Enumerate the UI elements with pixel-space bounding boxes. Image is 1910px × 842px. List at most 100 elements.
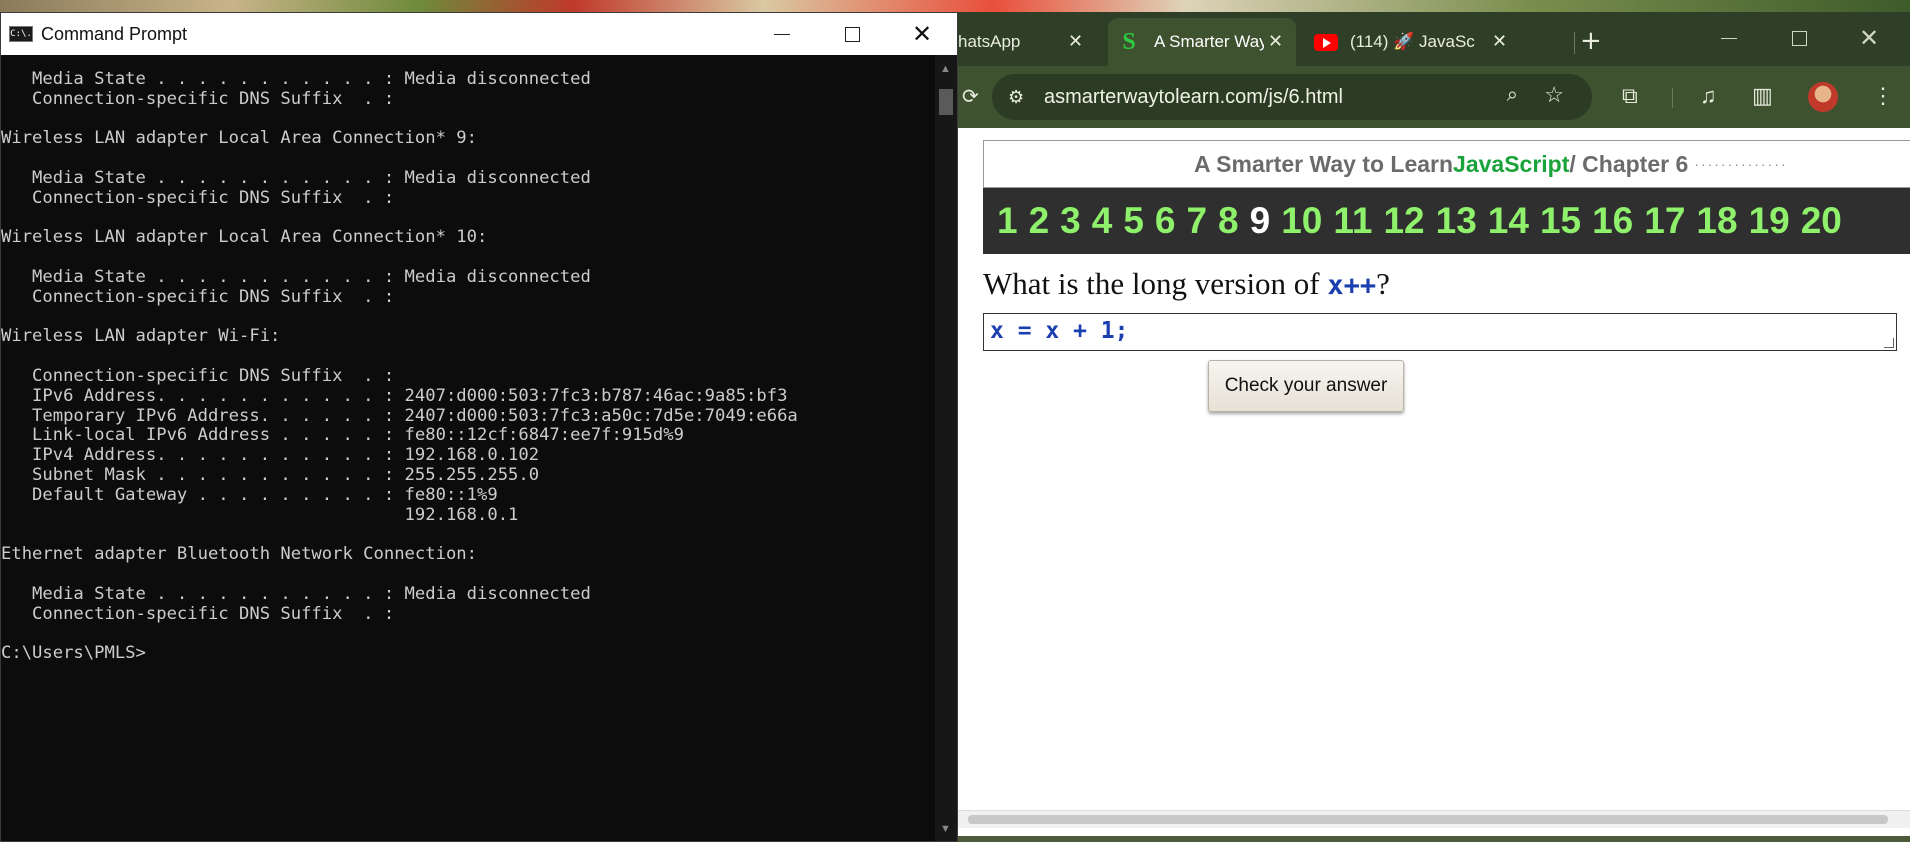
- chapter-link-7[interactable]: 7: [1186, 200, 1207, 242]
- console-line: Media State . . . . . . . . . . . : Medi…: [1, 583, 591, 604]
- toolbar-separator: [1672, 88, 1673, 108]
- resize-grip-icon[interactable]: [1884, 338, 1894, 348]
- browser-maximize-button[interactable]: [1764, 18, 1834, 58]
- header-javascript[interactable]: JavaScript: [1453, 151, 1569, 178]
- chapter-link-13[interactable]: 13: [1436, 200, 1477, 242]
- cmd-window-title: Command Prompt: [41, 23, 188, 44]
- check-answer-button[interactable]: Check your answer: [1208, 360, 1404, 412]
- console-line: C:\Users\PMLS>: [1, 643, 146, 664]
- chapter-link-11[interactable]: 11: [1333, 200, 1372, 242]
- chapter-link-19[interactable]: 19: [1749, 200, 1790, 242]
- chapter-link-20[interactable]: 20: [1801, 200, 1842, 242]
- browser-close-button[interactable]: ✕: [1834, 18, 1904, 58]
- tab-close-icon[interactable]: ✕: [1268, 31, 1283, 52]
- question-code: x++: [1327, 270, 1377, 301]
- zoom-icon[interactable]: ⌕: [1507, 84, 1518, 107]
- cmd-title-bar[interactable]: C:\. Command Prompt ✕: [1, 13, 957, 55]
- header-dots: ··············: [1694, 156, 1788, 172]
- console-line: Default Gateway . . . . . . . . . : fe80…: [1, 484, 498, 505]
- page-content: A Smarter Way to Learn JavaScript / Chap…: [958, 128, 1910, 828]
- browser-minimize-button[interactable]: [1694, 18, 1764, 58]
- chapter-nav: 1 2 3 4 5 6 7 8 9 10 11 12 13 14 15 16 17 18 19 20: [983, 188, 1910, 254]
- console-line: IPv6 Address. . . . . . . . . . . : 2407…: [1, 385, 788, 406]
- tab-label: A Smarter Way t: [1154, 32, 1264, 51]
- tab-label: hatsApp: [958, 32, 1021, 51]
- chapter-link-5[interactable]: 5: [1123, 200, 1144, 242]
- browser-window[interactable]: hatsApp ✕ S A Smarter Way t ✕ (114) 🚀 Ja…: [958, 12, 1910, 836]
- cmd-close-button[interactable]: ✕: [887, 13, 957, 55]
- console-line: Connection-specific DNS Suffix . :: [1, 366, 395, 386]
- command-prompt-window[interactable]: C:\. Command Prompt ✕ Media State . . . …: [0, 12, 958, 842]
- tune-icon[interactable]: ⚙: [1008, 87, 1034, 108]
- star-icon[interactable]: ☆: [1544, 82, 1564, 108]
- horizontal-scroll-thumb[interactable]: [968, 815, 1888, 824]
- console-line: Media State . . . . . . . . . . . : Medi…: [1, 168, 591, 188]
- question-text: What is the long version of x++?: [983, 266, 1390, 302]
- side-panel-icon[interactable]: ▥: [1752, 83, 1773, 109]
- tab-close-icon[interactable]: ✕: [1068, 31, 1083, 52]
- chapter-link-14[interactable]: 14: [1488, 200, 1529, 242]
- console-line: Link-local IPv6 Address . . . . . : fe80…: [1, 425, 684, 446]
- tab-whatsapp[interactable]: hatsApp ✕: [958, 18, 1106, 66]
- tab-separator: [1574, 32, 1575, 54]
- desktop-wallpaper-bottom: [958, 836, 1910, 842]
- kebab-menu-icon[interactable]: ⋮: [1872, 83, 1894, 109]
- answer-value: x = x + 1;: [990, 318, 1129, 344]
- chapter-link-6[interactable]: 6: [1155, 200, 1176, 242]
- cmd-scroll-thumb[interactable]: [939, 89, 953, 115]
- s-favicon-icon: S: [1122, 29, 1136, 55]
- chapter-link-16[interactable]: 16: [1592, 200, 1633, 242]
- console-line: 192.168.0.1: [1, 504, 519, 525]
- close-icon: ✕: [911, 20, 933, 48]
- console-line: Connection-specific DNS Suffix . :: [1, 88, 395, 109]
- avatar[interactable]: [1808, 82, 1838, 112]
- cmd-minimize-button[interactable]: [747, 13, 817, 55]
- desktop: C:\. Command Prompt ✕ Media State . . . …: [0, 0, 1910, 842]
- reload-icon[interactable]: ⟳: [962, 84, 979, 109]
- console-line: Connection-specific DNS Suffix . :: [1, 286, 395, 307]
- tab-close-icon[interactable]: ✕: [1492, 31, 1507, 52]
- console-line: Wireless LAN adapter Wi-Fi:: [1, 326, 281, 347]
- address-bar[interactable]: ⚙ asmarterwaytolearn.com/js/6.html ⌕ ☆: [992, 74, 1592, 120]
- scroll-up-icon[interactable]: ▲: [940, 63, 951, 75]
- chapter-link-17[interactable]: 17: [1644, 200, 1685, 242]
- console-line: Temporary IPv6 Address. . . . . . : 2407…: [1, 405, 798, 426]
- cmd-console-output[interactable]: Media State . . . . . . . . . . . : Medi…: [1, 55, 935, 841]
- chapter-link-18[interactable]: 18: [1696, 200, 1737, 242]
- console-line: Wireless LAN adapter Local Area Connecti…: [1, 128, 477, 149]
- tab-youtube[interactable]: (114) 🚀 JavaSc ✕: [1310, 18, 1510, 66]
- question-prefix: What is the long version of: [983, 266, 1328, 301]
- chapter-link-3[interactable]: 3: [1060, 200, 1081, 242]
- chapter-link-10[interactable]: 10: [1281, 200, 1322, 242]
- chapter-link-12[interactable]: 12: [1383, 200, 1424, 242]
- question-suffix: ?: [1376, 266, 1390, 301]
- media-queue-icon[interactable]: ♫: [1700, 83, 1717, 109]
- chapter-link-4[interactable]: 4: [1092, 200, 1113, 242]
- answer-textarea[interactable]: x = x + 1;: [983, 313, 1897, 351]
- console-line: Connection-specific DNS Suffix . :: [1, 187, 395, 208]
- browser-toolbar: ⟳ ⚙ asmarterwaytolearn.com/js/6.html ⌕ ☆…: [958, 66, 1910, 128]
- chapter-link-15[interactable]: 15: [1540, 200, 1581, 242]
- chapter-link-1[interactable]: 1: [997, 200, 1018, 242]
- maximize-icon: [1791, 30, 1807, 46]
- console-line: IPv4 Address. . . . . . . . . . . : 192.…: [1, 445, 540, 466]
- chapter-link-9[interactable]: 9: [1250, 200, 1271, 242]
- tab-strip: hatsApp ✕ S A Smarter Way t ✕ (114) 🚀 Ja…: [958, 12, 1910, 66]
- cmd-maximize-button[interactable]: [817, 13, 887, 55]
- console-line: Wireless LAN adapter Local Area Connecti…: [1, 227, 488, 248]
- new-tab-icon[interactable]: +: [1580, 26, 1602, 56]
- console-line: Connection-specific DNS Suffix . :: [1, 603, 395, 624]
- url-text[interactable]: asmarterwaytolearn.com/js/6.html: [1044, 86, 1343, 109]
- header-chapter: / Chapter 6: [1569, 150, 1689, 177]
- puzzle-icon[interactable]: ⧉: [1622, 83, 1638, 109]
- minimize-icon: [774, 33, 790, 35]
- horizontal-scrollbar[interactable]: [958, 810, 1910, 828]
- minimize-icon: [1721, 37, 1737, 39]
- chapter-link-2[interactable]: 2: [1029, 200, 1050, 242]
- console-line: Media State . . . . . . . . . . . : Medi…: [1, 69, 591, 89]
- cmd-scrollbar[interactable]: ▲ ▼: [935, 55, 957, 841]
- scroll-down-icon[interactable]: ▼: [940, 823, 951, 835]
- chapter-link-8[interactable]: 8: [1218, 200, 1239, 242]
- console-line: Subnet Mask . . . . . . . . . . . : 255.…: [1, 465, 540, 485]
- tab-smarter-way[interactable]: S A Smarter Way t ✕: [1108, 18, 1296, 66]
